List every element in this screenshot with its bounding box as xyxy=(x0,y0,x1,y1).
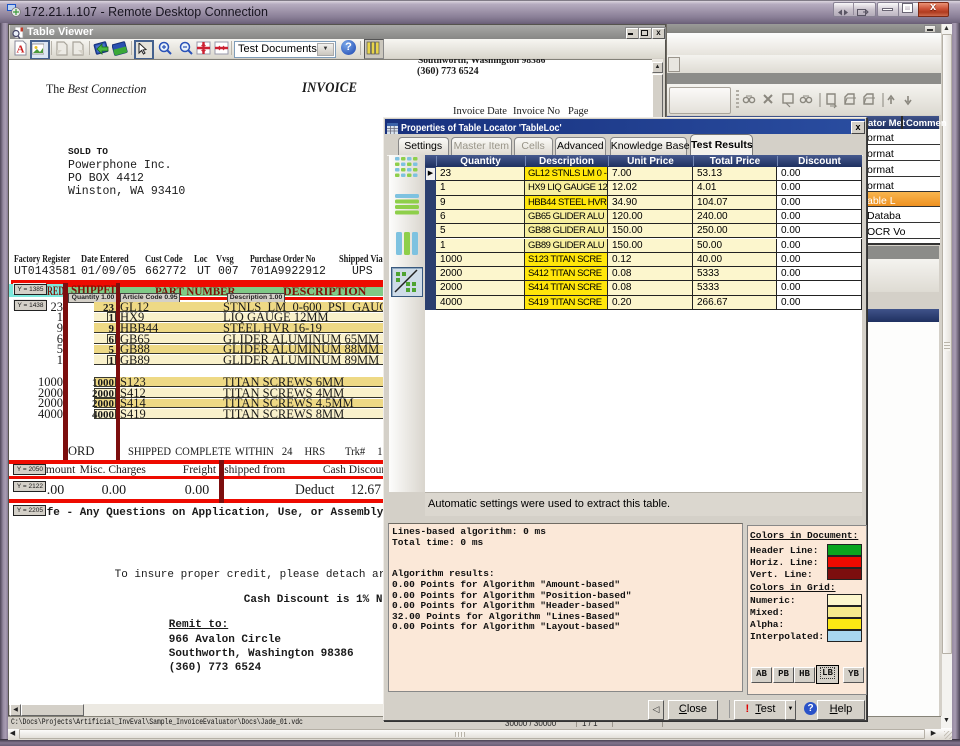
svg-text:A: A xyxy=(17,44,25,56)
